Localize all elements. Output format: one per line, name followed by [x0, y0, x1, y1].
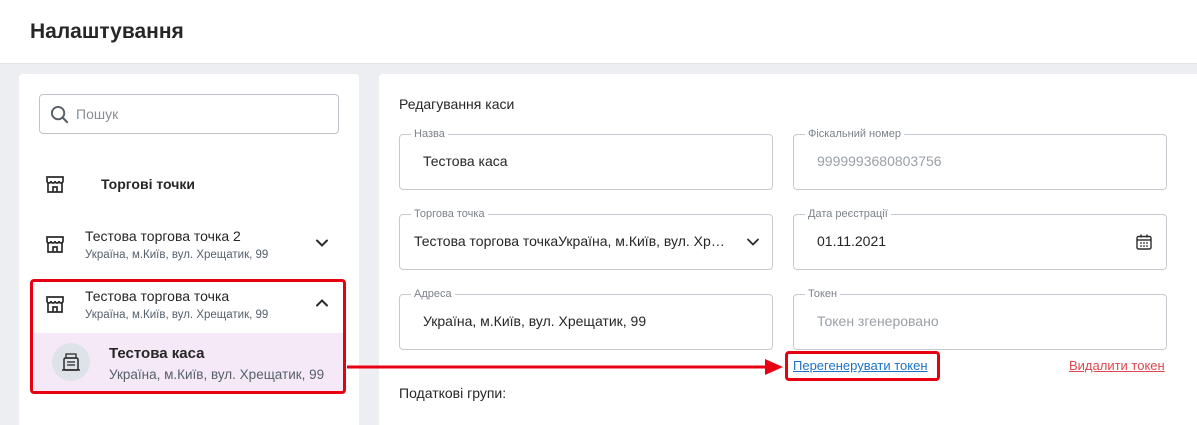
section-title-stores: Торгові точки	[101, 176, 195, 192]
store-address: Україна, м.Київ, вул. Хрещатик, 99	[85, 249, 269, 261]
store-name: Тестова торгова точка 2	[85, 228, 241, 244]
store-icon	[46, 296, 64, 313]
token-label: Токен	[805, 288, 841, 300]
registration-date-field[interactable]: Дата реєстрації 01.11.2021	[793, 208, 1167, 270]
calendar-icon[interactable]	[1135, 233, 1153, 251]
registration-date-label: Дата реєстрації	[805, 208, 891, 220]
address-field[interactable]: Адреса Україна, м.Київ, вул. Хрещатик, 9…	[399, 288, 773, 350]
store-item-2[interactable]: Тестова торгова точка 2 Україна, м.Київ,…	[19, 218, 359, 270]
search-box[interactable]	[39, 94, 339, 134]
tax-groups-title: Податкові групи:	[399, 385, 507, 401]
search-icon	[50, 105, 69, 124]
address-value: Україна, м.Київ, вул. Хрещатик, 99	[423, 313, 647, 329]
token-value: Токен згенеровано	[817, 313, 939, 329]
cash-register-icon	[52, 343, 90, 381]
store-icon	[46, 236, 64, 253]
store-address: Україна, м.Київ, вул. Хрещатик, 99	[85, 309, 269, 321]
cash-register-name: Тестова каса	[109, 345, 205, 362]
form-title: Редагування каси	[399, 96, 515, 112]
name-field[interactable]: Назва Тестова каса	[399, 128, 773, 190]
regenerate-token-link[interactable]: Перегенерувати токен	[793, 358, 928, 373]
chevron-down-icon[interactable]	[746, 235, 760, 249]
fiscal-number-value: 9999993680803756	[817, 153, 942, 169]
chevron-up-icon[interactable]	[315, 296, 329, 310]
store-select[interactable]: Торгова точка Тестова торгова точкаУкраї…	[399, 208, 773, 270]
delete-token-link[interactable]: Видалити токен	[1069, 358, 1165, 373]
edit-panel: Редагування каси Назва Тестова каса Фіск…	[379, 74, 1197, 425]
cash-register-address: Україна, м.Київ, вул. Хрещатик, 99	[109, 367, 325, 382]
registration-date-value: 01.11.2021	[817, 233, 887, 249]
store-select-value: Тестова торгова точкаУкраїна, м.Київ, ву…	[414, 233, 726, 249]
store-icon	[46, 176, 64, 193]
fiscal-number-field[interactable]: Фіскальний номер 9999993680803756	[793, 128, 1167, 190]
token-field[interactable]: Токен Токен згенеровано	[793, 288, 1167, 350]
search-input[interactable]	[76, 103, 331, 125]
page-title: Налаштування	[30, 20, 184, 43]
cash-register-item[interactable]: Тестова каса Україна, м.Київ, вул. Хреща…	[34, 333, 344, 391]
name-label: Назва	[411, 128, 448, 140]
top-bar: Налаштування	[0, 0, 1197, 64]
chevron-down-icon[interactable]	[315, 236, 329, 250]
address-label: Адреса	[411, 288, 455, 300]
fiscal-number-label: Фіскальний номер	[805, 128, 905, 140]
store-select-label: Торгова точка	[411, 208, 488, 220]
name-value: Тестова каса	[423, 153, 508, 169]
store-item-1[interactable]: Тестова торгова точка Україна, м.Київ, в…	[19, 278, 359, 330]
sidebar: Торгові точки Тестова торгова точка 2 Ук…	[19, 74, 359, 425]
store-name: Тестова торгова точка	[85, 288, 230, 304]
